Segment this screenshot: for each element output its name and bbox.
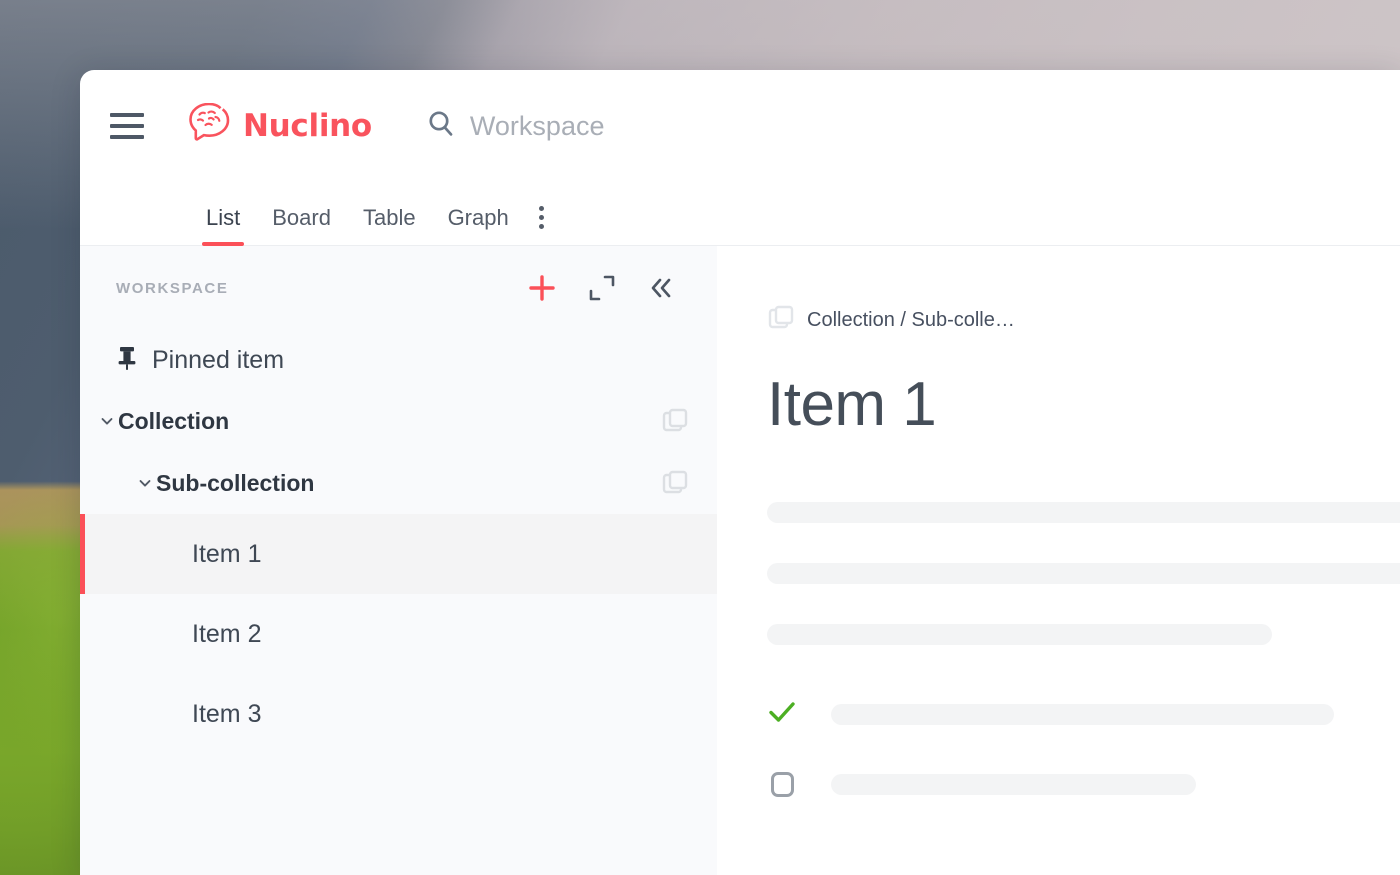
sidebar-collection-collection[interactable]: Collection [80,390,717,452]
view-tabs: List Board Table Graph [80,182,1400,246]
document-panel: Collection / Sub-colle… Item 1 [717,246,1400,875]
app-window: Nuclino Workspace List Board Table Graph… [80,70,1400,875]
duplicate-icon [767,304,795,337]
chevron-down-icon[interactable] [134,475,156,491]
sidebar-actions [527,273,675,303]
app-body: WORKSPACE Pinned item Collection Sub-col… [80,246,1400,875]
check-icon[interactable] [767,697,797,732]
plus-icon[interactable] [527,273,557,303]
chevron-down-icon[interactable] [96,413,118,429]
pin-icon [116,345,138,376]
sidebar-item-label: Item 1 [192,539,262,568]
collection-label: Collection [118,407,230,434]
brand-name: Nuclino [243,108,372,144]
checklist-item-checked[interactable] [767,697,1400,732]
sidebar-item-pinned[interactable]: Pinned item [80,330,717,390]
top-bar: Nuclino Workspace [80,70,1400,182]
sidebar-item-item-1[interactable]: Item 1 [80,514,717,594]
sidebar-item-label: Item 2 [192,619,262,648]
expand-icon[interactable] [589,275,615,301]
sidebar-item-item-2[interactable]: Item 2 [80,594,717,674]
page-title: Item 1 [767,370,937,439]
checklist-text-bar [831,774,1196,795]
nuclino-brain-logo-icon [186,102,232,150]
sidebar-item-label: Item 3 [192,699,262,728]
sidebar: WORKSPACE Pinned item Collection Sub-col… [80,246,717,875]
search-placeholder: Workspace [469,110,605,141]
search-icon [426,109,456,144]
paragraph-bar [767,502,1400,523]
sidebar-title: WORKSPACE [116,279,229,297]
sidebar-item-item-3[interactable]: Item 3 [80,674,717,754]
checklist-text-bar [831,704,1334,725]
empty-checkbox-icon[interactable] [767,772,797,797]
document-body-skeleton [767,502,1400,797]
search-input[interactable]: Workspace [426,109,605,144]
sidebar-header: WORKSPACE [80,246,717,330]
duplicate-icon[interactable] [661,469,689,497]
tab-board[interactable]: Board [256,205,347,245]
breadcrumb-text: Collection / Sub-colle… [807,309,1015,331]
pinned-item-label: Pinned item [152,345,285,374]
paragraph-bar [767,624,1272,645]
tab-list[interactable]: List [190,205,256,246]
hamburger-menu-icon[interactable] [110,113,144,139]
sub-collection-label: Sub-collection [156,469,315,496]
kebab-menu-icon[interactable] [525,206,558,245]
tab-table[interactable]: Table [347,205,432,245]
breadcrumb[interactable]: Collection / Sub-colle… [767,304,1400,337]
sidebar-collection-sub-collection[interactable]: Sub-collection [80,452,717,514]
duplicate-icon[interactable] [661,407,689,435]
paragraph-bar [767,563,1400,584]
chevrons-left-icon[interactable] [647,274,675,302]
checklist-item-unchecked[interactable] [767,772,1400,797]
tab-graph[interactable]: Graph [432,205,525,245]
nuclino-logo[interactable]: Nuclino [186,102,372,150]
